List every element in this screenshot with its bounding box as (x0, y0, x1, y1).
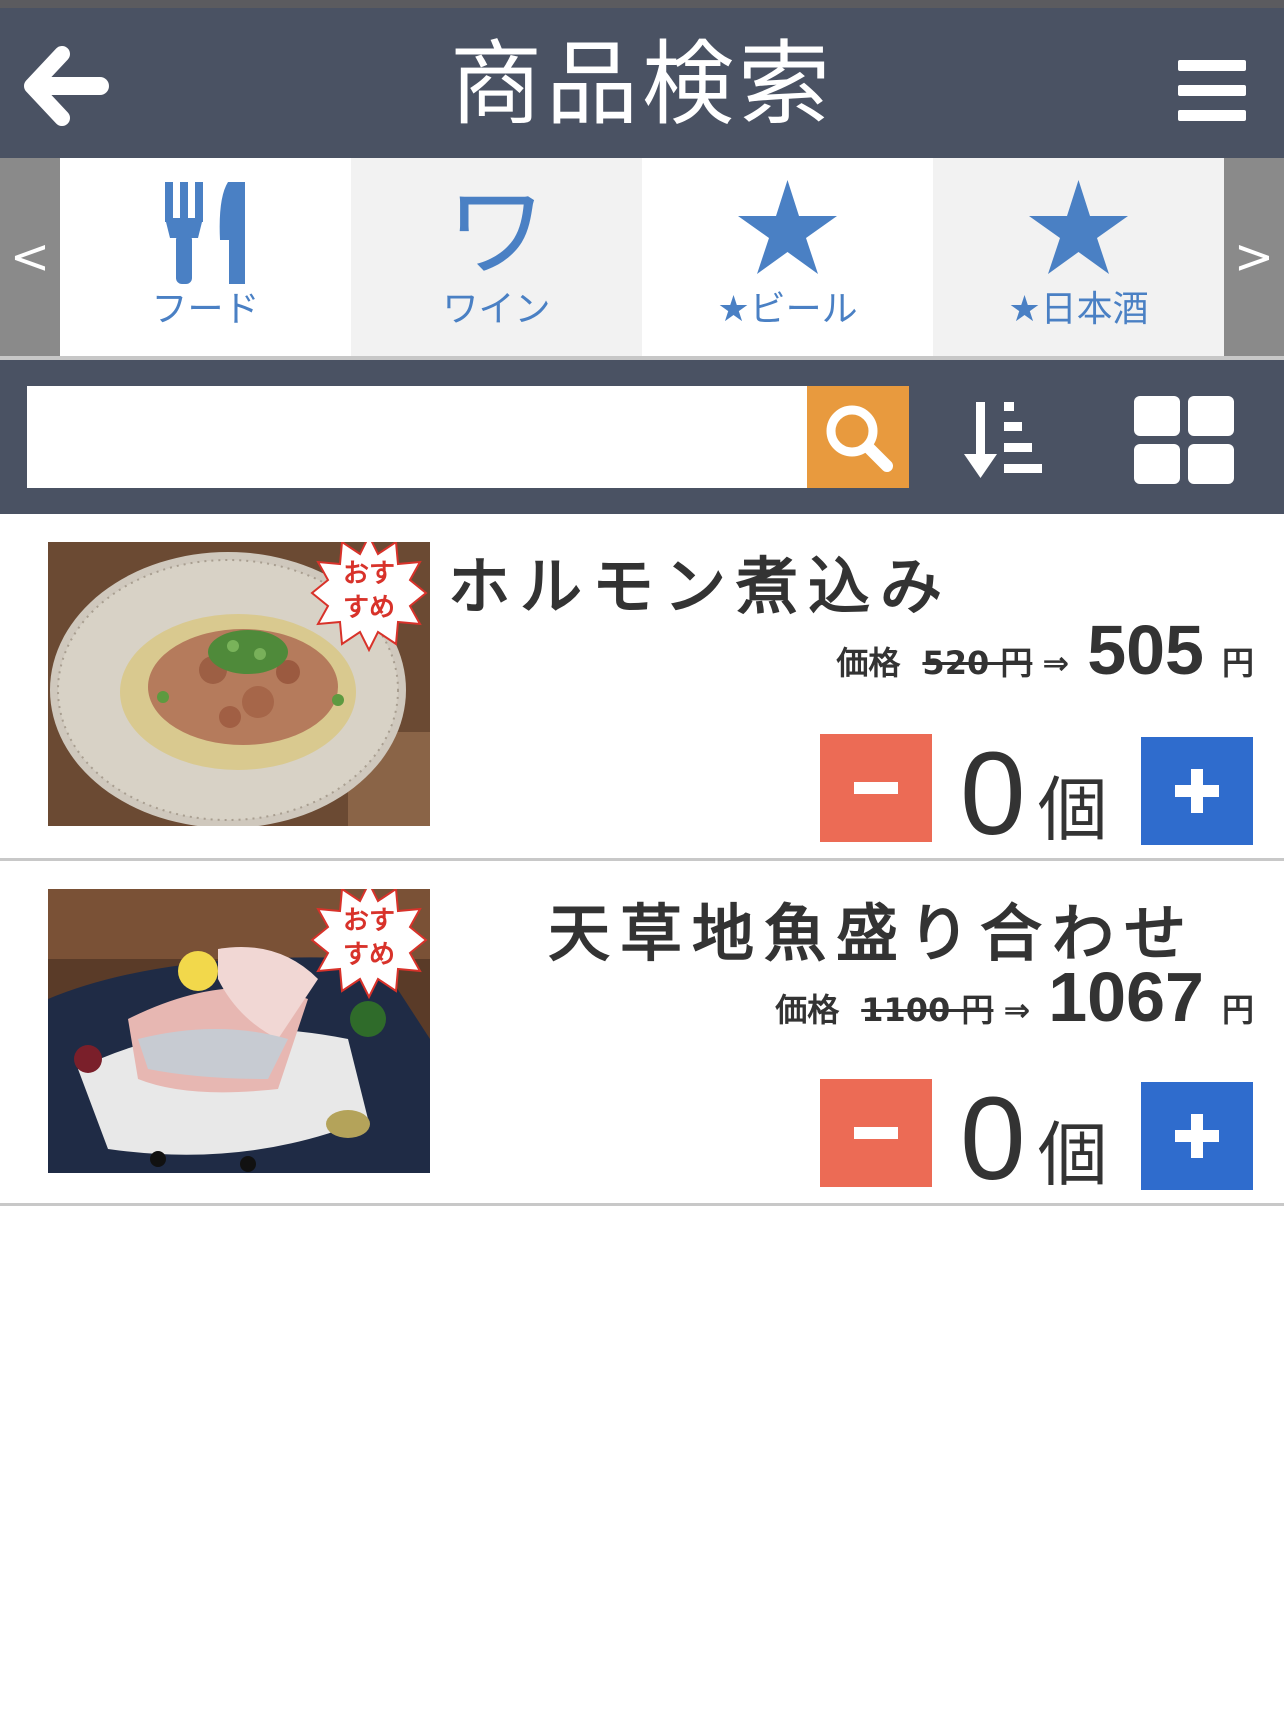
search-bar (0, 360, 1284, 514)
minus-icon (854, 1127, 898, 1139)
tab-sake-label: ★日本酒 (1008, 289, 1149, 330)
list-item[interactable]: おす すめ ホルモン煮込み 価格 520 円 ⇒ 505 円 0個 (0, 514, 1284, 858)
plus-icon-bar (1191, 1114, 1203, 1158)
quantity: 0個 (960, 1079, 1130, 1199)
price-arrow: ⇒ (1003, 991, 1031, 1029)
app-header: 商品検索 (0, 8, 1284, 158)
hamburger-icon-bar (1178, 110, 1246, 121)
grid-icon-cell (1188, 396, 1234, 436)
tab-sake[interactable]: ★日本酒 (933, 158, 1224, 356)
tab-wine[interactable]: ワ ワイン (351, 158, 642, 356)
plus-icon-bar (1191, 769, 1203, 813)
divider (0, 1203, 1284, 1206)
price-label: 価格 (775, 991, 840, 1029)
quantity-value: 0 (960, 1073, 1026, 1205)
svg-text:すめ: すめ (343, 593, 395, 623)
menu-button[interactable] (1178, 56, 1254, 126)
star-icon (738, 180, 837, 274)
tab-beer[interactable]: ★ビール (642, 158, 933, 356)
quantity-unit: 個 (1037, 1114, 1108, 1196)
minus-icon (854, 782, 898, 794)
svg-text:おす: おす (343, 559, 395, 589)
decrease-button[interactable] (820, 734, 932, 842)
tab-beer-label: ★ビール (717, 289, 858, 330)
price-arrow: ⇒ (1042, 644, 1070, 682)
yen-label: 円 (1221, 644, 1254, 682)
category-prev-button[interactable]: < (0, 158, 60, 356)
hamburger-icon-bar (1178, 85, 1246, 96)
recommend-badge-icon: おす すめ (310, 889, 428, 999)
wine-glyph-icon: ワ (446, 174, 547, 291)
yen-label: 円 (1221, 991, 1254, 1029)
quantity-value: 0 (960, 728, 1026, 860)
tab-food-label: フード (151, 289, 260, 330)
list-item[interactable]: おす すめ 天草地魚盛り合わせ 価格 1100 円 ⇒ 1067 円 0個 (0, 861, 1284, 1205)
sort-button[interactable] (962, 398, 1052, 484)
decrease-button[interactable] (820, 1079, 932, 1187)
price-label: 価格 (836, 644, 901, 682)
quantity: 0個 (960, 734, 1130, 854)
new-price: 1067 (1048, 958, 1204, 1036)
recommend-badge-icon: おす すめ (310, 542, 428, 652)
page-title: 商品検索 (449, 31, 834, 138)
grid-icon (1134, 396, 1180, 436)
item-photo: おす すめ (48, 889, 430, 1173)
fork-knife-icon (165, 182, 245, 284)
search-icon (826, 405, 893, 472)
tab-food[interactable]: フード (60, 158, 351, 356)
increase-button[interactable] (1141, 737, 1253, 845)
search-input[interactable] (27, 386, 807, 488)
sort-icon (964, 402, 1042, 478)
svg-text:すめ: すめ (343, 940, 395, 970)
tab-wine-label: ワイン (442, 289, 551, 330)
grid-icon-cell (1188, 444, 1234, 484)
new-price: 505 (1087, 611, 1204, 689)
category-next-button[interactable]: > (1224, 158, 1284, 356)
search-button[interactable] (807, 386, 909, 488)
grid-icon-cell (1134, 444, 1180, 484)
old-price: 520 円 (922, 644, 1033, 682)
svg-text:おす: おす (343, 906, 395, 936)
category-bar: < フード ワ ワイン ★ビール ★日本酒 > (0, 158, 1284, 358)
status-strip (0, 0, 1284, 8)
old-price: 1100 円 (861, 991, 994, 1029)
hamburger-icon (1178, 60, 1246, 71)
price-line: 価格 1100 円 ⇒ 1067 円 (775, 957, 1254, 1037)
item-photo: おす すめ (48, 542, 430, 826)
quantity-unit: 個 (1037, 769, 1108, 851)
grid-view-button[interactable] (1134, 396, 1238, 484)
star-icon (1029, 180, 1128, 274)
price-line: 価格 520 円 ⇒ 505 円 (836, 610, 1254, 690)
increase-button[interactable] (1141, 1082, 1253, 1190)
